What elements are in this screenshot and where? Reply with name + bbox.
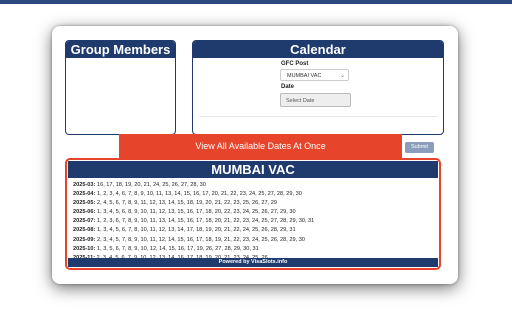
list-item: 2025-05: 2, 4, 5, 6, 7, 8, 9, 11, 12, 13…	[73, 199, 435, 208]
submit-button[interactable]: Submit	[405, 142, 434, 153]
available-days: 1, 3, 4, 5, 6, 8, 9, 10, 11, 12, 13, 15,…	[96, 209, 296, 216]
group-members-panel: Group Members	[65, 40, 176, 135]
date-label: Date	[281, 84, 295, 90]
divider	[199, 116, 437, 117]
list-item: 2025-03: 16, 17, 18, 19, 20, 21, 24, 25,…	[73, 181, 435, 190]
available-days: 1, 2, 3, 6, 7, 8, 9, 10, 11, 13, 14, 15,…	[96, 218, 315, 225]
list-item: 2025-07: 1, 2, 3, 6, 7, 8, 9, 10, 11, 13…	[73, 217, 435, 226]
available-days: 1, 3, 4, 5, 6, 7, 8, 10, 11, 12, 13, 14,…	[96, 227, 296, 234]
vac-title: MUMBAI VAC	[68, 161, 438, 178]
available-days: 1, 2, 3, 4, 6, 7, 8, 9, 10, 11, 13, 14, …	[96, 191, 302, 198]
date-input[interactable]: Select Date	[280, 93, 351, 107]
calendar-panel: Calendar GFC Post MUMBAI VAC ⌄ Date Sele…	[192, 40, 444, 135]
available-days: 2, 3, 4, 5, 7, 8, 9, 10, 11, 12, 14, 15,…	[96, 236, 305, 243]
list-item: 2025-08: 1, 3, 4, 5, 6, 7, 8, 10, 11, 12…	[73, 226, 435, 235]
chevron-down-icon: ⌄	[339, 73, 345, 79]
list-item: 2025-09: 2, 3, 4, 5, 7, 8, 9, 10, 11, 12…	[73, 236, 435, 245]
available-days: 2, 4, 5, 6, 7, 8, 9, 11, 12, 13, 14, 15,…	[96, 200, 277, 207]
month-label: 2025-05:	[73, 200, 96, 207]
visa-slots-widget: Group Members Calendar GFC Post MUMBAI V…	[52, 26, 458, 284]
month-label: 2025-08:	[73, 227, 96, 234]
available-days: 1, 3, 5, 6, 7, 8, 9, 10, 12, 14, 15, 16,…	[96, 245, 259, 252]
month-label: 2025-07:	[73, 218, 96, 225]
top-bar	[0, 0, 512, 4]
month-label: 2025-03:	[73, 182, 96, 188]
list-item: 2025-06: 1, 3, 4, 5, 6, 8, 9, 10, 11, 12…	[73, 208, 435, 217]
powered-by-link[interactable]: Powered by VisaSlots.info	[68, 258, 438, 267]
month-label: 2025-04:	[73, 191, 96, 198]
month-label: 2025-06:	[73, 209, 96, 216]
month-label: 2025-09:	[73, 236, 96, 243]
view-all-dates-button[interactable]: View All Available Dates At Once	[119, 134, 402, 158]
group-members-title: Group Members	[66, 41, 175, 58]
post-label: GFC Post	[281, 61, 309, 67]
post-select-value: MUMBAI VAC	[287, 73, 322, 79]
month-label: 2025-10:	[73, 245, 96, 252]
calendar-title: Calendar	[193, 41, 443, 58]
vac-availability-panel: MUMBAI VAC 2025-03: 16, 17, 18, 19, 20, …	[65, 158, 441, 270]
availability-list: 2025-03: 16, 17, 18, 19, 20, 21, 24, 25,…	[73, 181, 435, 263]
post-select[interactable]: MUMBAI VAC ⌄	[280, 69, 349, 81]
list-item: 2025-04: 1, 2, 3, 4, 6, 7, 8, 9, 10, 11,…	[73, 190, 435, 199]
available-days: 16, 17, 18, 19, 20, 21, 24, 25, 26, 27, …	[96, 182, 206, 188]
list-item: 2025-10: 1, 3, 5, 6, 7, 8, 9, 10, 12, 14…	[73, 245, 435, 254]
